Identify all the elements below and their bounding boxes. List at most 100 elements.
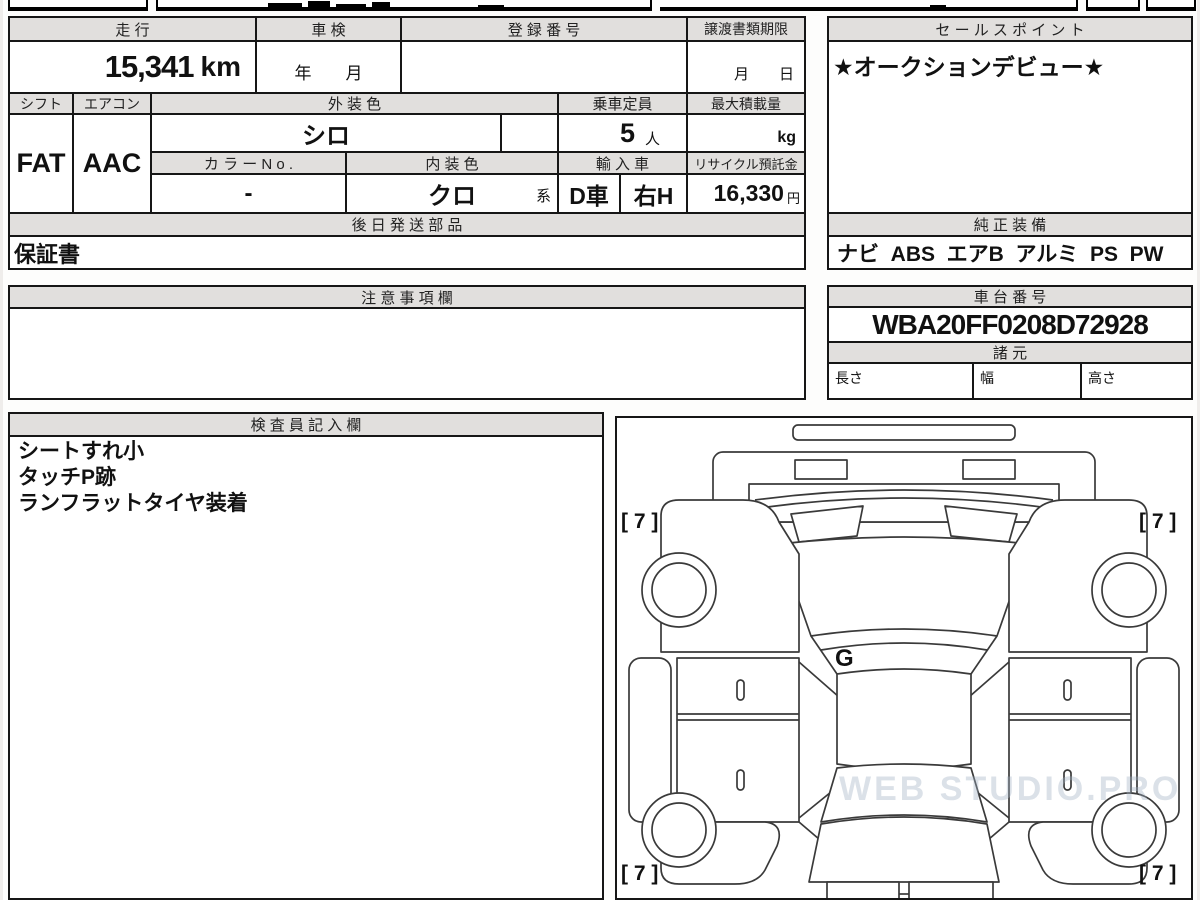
cutoff-cell: [8, 0, 148, 11]
color-no-header: カ ラ ー N o .: [150, 151, 347, 175]
registration-header-label: 登 録 番 号: [507, 21, 581, 39]
inspector-header-label: 検 査 員 記 入 欄: [250, 417, 362, 434]
aircon-header-label: エアコン: [84, 95, 140, 112]
max-load-value-cell: kg: [686, 113, 806, 153]
shift-value: FAT: [16, 148, 66, 178]
shift-header-label: シフト: [20, 95, 62, 112]
cutoff-cell: [660, 0, 1078, 11]
mileage-value-cell: 15,341 km: [8, 40, 257, 94]
capacity-header-label: 乗車定員: [592, 96, 653, 113]
roof: [836, 668, 972, 770]
tire-depth-front-right: [ 7 ]: [1139, 510, 1176, 533]
inspector-notes-cell: シートすれ小 タッチP跡 ランフラットタイヤ装着: [8, 435, 604, 900]
transfer-deadline-header-label: 譲渡書類期限: [704, 21, 788, 37]
max-load-header-label: 最大積載量: [711, 95, 781, 112]
tire-depth-rear-left: [ 7 ]: [621, 862, 658, 885]
interior-color-value: クロ: [428, 183, 476, 210]
inspector-notes-text: シートすれ小 タッチP跡 ランフラットタイヤ装着: [10, 437, 256, 519]
inspector-note-line: ランフラットタイヤ装着: [18, 492, 248, 515]
rear-window: [820, 763, 988, 823]
capacity-header: 乗車定員: [557, 92, 688, 115]
cutoff-text-fragment: [478, 5, 504, 10]
trunk: [808, 816, 1000, 883]
import-value-cell-1: D車: [557, 173, 621, 214]
chassis-value-cell: WBA20FF0208D72928: [827, 306, 1193, 343]
cautions-value-cell: [8, 307, 806, 400]
dimensions-header-label: 諸 元: [992, 345, 1028, 362]
height-label: 高さ: [1088, 370, 1116, 386]
capacity-unit: 人: [644, 130, 660, 148]
cautions-header-label: 注 意 事 項 欄: [361, 289, 453, 307]
sales-point-value: ★オークションデビュー★: [833, 54, 1105, 80]
inspection-value: 年 月: [294, 64, 363, 83]
equipment-header: 純 正 装 備: [827, 212, 1193, 237]
transfer-deadline-value-cell: 月 日: [686, 40, 806, 94]
right-front-door-handle: [1063, 679, 1072, 701]
rear-left-wheel-inner: [651, 802, 707, 858]
recycle-header: リサイクル預託金: [686, 151, 806, 175]
recycle-value-cell: 16,330 円: [686, 173, 806, 214]
rear-bumper-right: [908, 881, 994, 898]
cutoff-cell: [156, 0, 652, 11]
exterior-color-value: シロ: [302, 122, 350, 150]
transfer-deadline-header: 譲渡書類期限: [686, 16, 806, 42]
interior-color-value-cell: クロ 系: [345, 173, 559, 214]
inspector-note-line: シートすれ小: [18, 440, 144, 463]
interior-color-suffix: 系: [535, 188, 551, 205]
later-parts-header-label: 後 日 発 送 部 品: [351, 217, 463, 234]
later-parts-value: 保証書: [14, 241, 81, 267]
exterior-color-header-label: 外 装 色: [327, 96, 382, 113]
cutoff-cell: [1086, 0, 1140, 11]
color-no-value-cell: -: [150, 173, 347, 214]
rear-right-wheel-inner: [1101, 802, 1157, 858]
front-left-wheel-inner: [651, 562, 707, 618]
aircon-value-cell: AAC: [72, 113, 152, 214]
sales-point-header: セ ー ル ス ポ イ ン ト: [827, 16, 1193, 42]
import-value-1: D車: [569, 182, 609, 209]
shift-header: シフト: [8, 92, 74, 115]
dimensions-header: 諸 元: [827, 341, 1193, 364]
import-header: 輸 入 車: [557, 151, 688, 175]
cutoff-text-fragment: [930, 5, 946, 10]
auction-sheet-page: { "colors": { "border": "#161616", "head…: [0, 0, 1200, 900]
mileage-header-label: 走 行: [115, 21, 150, 39]
recycle-unit: 円: [786, 191, 800, 206]
width-label: 幅: [980, 370, 994, 386]
car-diagram: [ 7 ] [ 7 ] [ 7 ] [ 7 ] G: [621, 424, 1180, 898]
shift-value-cell: FAT: [8, 113, 74, 214]
tire-depth-rear-right: [ 7 ]: [1139, 862, 1176, 885]
capacity-value: 5: [619, 117, 635, 148]
exterior-color-value-cell: シロ: [150, 113, 502, 153]
mileage-value: 15,341: [104, 49, 195, 84]
color-no-value: -: [244, 179, 253, 207]
inspection-header: 車 検: [255, 16, 402, 42]
cutoff-cell: [1146, 0, 1196, 11]
exterior-color-header: 外 装 色: [150, 92, 559, 115]
import-value-2: 右H: [633, 182, 674, 209]
interior-color-header: 内 装 色: [345, 151, 559, 175]
chassis-header-label: 車 台 番 号: [973, 289, 1047, 306]
inspection-header-label: 車 検: [311, 21, 346, 39]
left-headlight: [794, 459, 848, 480]
inspection-value-cell: 年 月: [255, 40, 402, 94]
transfer-deadline-value: 月 日: [733, 66, 794, 83]
recycle-value: 16,330: [713, 180, 784, 206]
import-value-cell-2: 右H: [619, 173, 688, 214]
chassis-value: WBA20FF0208D72928: [872, 308, 1149, 340]
width-cell: 幅: [972, 362, 1082, 400]
cutoff-text-fragment: [372, 2, 390, 10]
right-rear-door-handle: [1063, 769, 1072, 791]
hood: [778, 536, 1030, 637]
car-diagram-box: [ 7 ] [ 7 ] [ 7 ] [ 7 ] G WEB STUDIO.PRO: [615, 416, 1193, 900]
aircon-value: AAC: [82, 148, 142, 178]
chassis-header: 車 台 番 号: [827, 285, 1193, 308]
capacity-value-cell: 5 人: [557, 113, 688, 153]
cutoff-text-fragment: [308, 1, 330, 10]
left-front-door-handle: [736, 679, 745, 701]
length-cell: 長さ: [827, 362, 974, 400]
tire-depth-front-left: [ 7 ]: [621, 510, 658, 533]
max-load-unit: kg: [777, 129, 796, 146]
front-right-wheel-inner: [1101, 562, 1157, 618]
interior-color-header-label: 内 装 色: [425, 155, 479, 173]
right-headlight: [962, 459, 1016, 480]
